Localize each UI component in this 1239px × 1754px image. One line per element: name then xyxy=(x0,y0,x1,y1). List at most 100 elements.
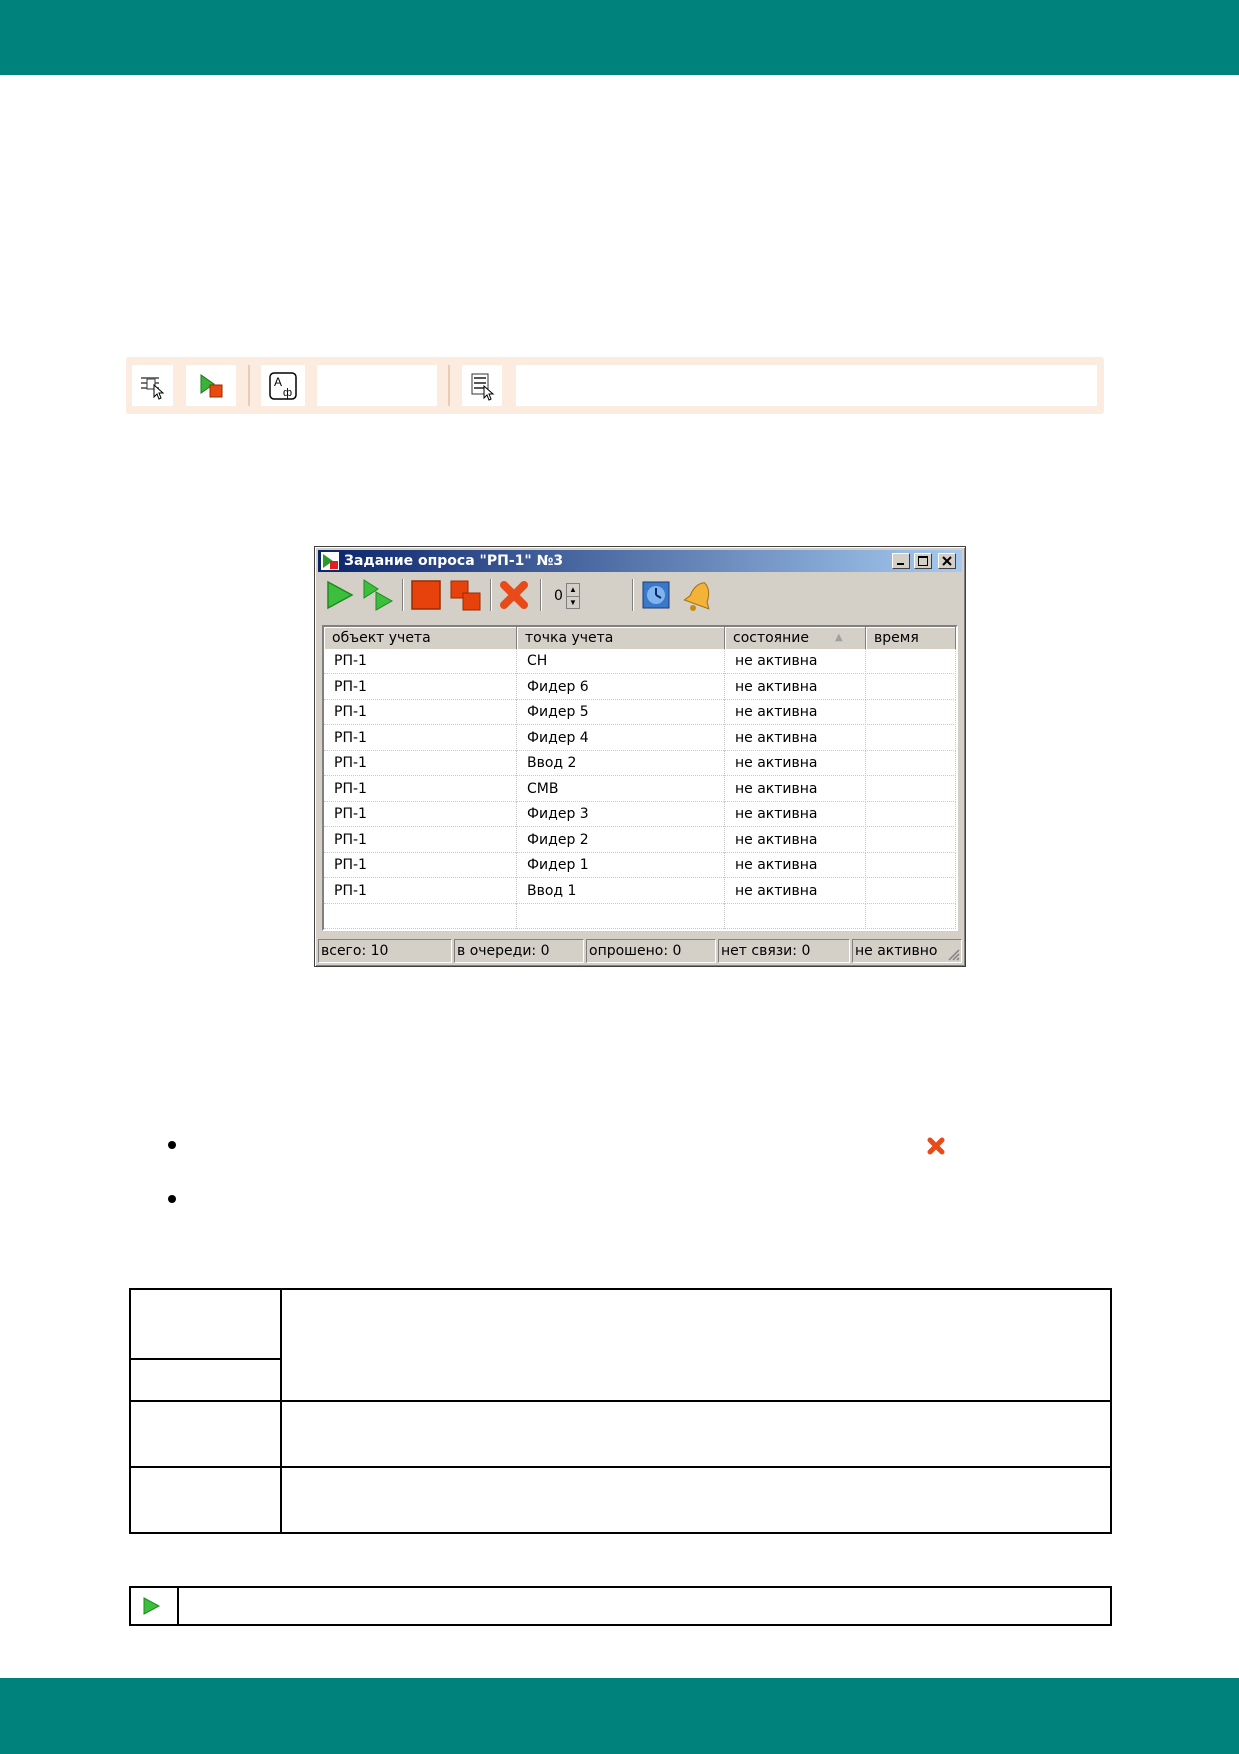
list-bullet xyxy=(168,1141,176,1149)
column-header-time[interactable]: время xyxy=(866,627,956,649)
table-row[interactable]: РП-1 Фидер 2 не активна xyxy=(324,827,956,853)
table-cell: не активна xyxy=(725,827,866,853)
table-cell: Ввод 1 xyxy=(517,878,725,904)
delete-icon xyxy=(500,581,528,609)
table-header: объект учета точка учета состояние ▲ вре… xyxy=(324,627,956,649)
column-header-state[interactable]: состояние ▲ xyxy=(725,627,866,649)
close-button[interactable] xyxy=(938,553,956,569)
table-cell: не активна xyxy=(725,674,866,700)
font-icon: A ф xyxy=(269,371,297,400)
resize-grip-icon[interactable] xyxy=(946,947,960,961)
table-cell xyxy=(866,649,956,674)
delete-icon xyxy=(927,1137,945,1155)
table-row[interactable]: РП-1 Ввод 2 не активна xyxy=(324,751,956,776)
column-header-point[interactable]: точка учета xyxy=(517,627,725,649)
table-cell: Ввод 2 xyxy=(517,751,725,776)
table-cell: не активна xyxy=(725,751,866,776)
table-row[interactable] xyxy=(324,904,956,929)
table-cell xyxy=(866,904,956,929)
table-row[interactable]: РП-1 Фидер 1 не активна xyxy=(324,853,956,878)
select-tool-icon xyxy=(140,376,164,400)
strip-button-font[interactable]: A ф xyxy=(261,365,305,406)
strip-separator xyxy=(248,365,250,406)
bell-icon xyxy=(683,582,710,611)
table-row[interactable]: РП-1 Фидер 3 не активна xyxy=(324,802,956,827)
minimize-button[interactable] xyxy=(892,553,910,569)
play-next-icon xyxy=(363,579,394,611)
strip-button-play-stop[interactable] xyxy=(186,365,236,406)
table-cell xyxy=(866,802,956,827)
maximize-icon xyxy=(918,556,928,566)
table-row[interactable]: РП-1 Фидер 4 не активна xyxy=(324,725,956,751)
maximize-button[interactable] xyxy=(914,553,932,569)
header-band xyxy=(0,0,1239,75)
table-cell: СН xyxy=(517,649,725,674)
table-cell xyxy=(866,776,956,802)
status-bar: всего: 10 в очереди: 0 опрошено: 0 нет с… xyxy=(318,939,962,963)
table-cell xyxy=(324,904,517,929)
table-cell xyxy=(866,674,956,700)
table-cell: не активна xyxy=(725,776,866,802)
strip-separator xyxy=(448,365,450,406)
window-title: Задание опроса "РП-1" №3 xyxy=(344,553,564,569)
table-cell xyxy=(725,904,866,929)
table-divider xyxy=(177,1588,179,1624)
status-total: всего: 10 xyxy=(318,939,452,963)
table-row[interactable]: РП-1 Фидер 6 не активна xyxy=(324,674,956,700)
table-row[interactable]: РП-1 Ввод 1 не активна xyxy=(324,878,956,904)
stop-icon xyxy=(411,580,441,610)
column-header-object[interactable]: объект учета xyxy=(324,627,517,649)
interval-spinner[interactable]: 0 ▲ ▼ xyxy=(554,583,594,609)
strip-button-report[interactable] xyxy=(462,365,502,406)
table-cell: не активна xyxy=(725,853,866,878)
delete-button[interactable] xyxy=(496,577,532,613)
table-cell xyxy=(866,853,956,878)
table-row[interactable]: РП-1 СМВ не активна xyxy=(324,776,956,802)
spinner-down-icon[interactable]: ▼ xyxy=(567,596,579,608)
status-queued: в очереди: 0 xyxy=(454,939,584,963)
table-cell: РП-1 xyxy=(324,700,517,725)
table-row[interactable]: РП-1 Фидер 5 не активна xyxy=(324,700,956,725)
play-stop-icon xyxy=(200,373,223,397)
table-cell: Фидер 5 xyxy=(517,700,725,725)
table-cell xyxy=(866,827,956,853)
stop-all-button[interactable] xyxy=(448,577,484,613)
minimize-icon xyxy=(897,563,904,565)
spinner-up-icon[interactable]: ▲ xyxy=(567,584,579,596)
table-cell xyxy=(866,700,956,725)
icon-table xyxy=(129,1586,1112,1626)
toolbar-strip: A ф xyxy=(126,357,1104,414)
table-cell: РП-1 xyxy=(324,878,517,904)
window-app-icon xyxy=(321,552,339,570)
report-select-icon xyxy=(471,373,495,401)
toolbar-separator xyxy=(632,579,634,611)
alarm-button[interactable] xyxy=(680,577,716,613)
table-cell: Фидер 3 xyxy=(517,802,725,827)
toolbar-separator xyxy=(490,579,492,611)
table-divider xyxy=(280,1290,282,1532)
play-icon xyxy=(327,580,354,610)
table-cell: не активна xyxy=(725,878,866,904)
table-divider xyxy=(131,1466,1110,1468)
task-table: объект учета точка учета состояние ▲ вре… xyxy=(322,625,958,931)
table-cell: Фидер 2 xyxy=(517,827,725,853)
window-toolbar: 0 ▲ ▼ xyxy=(318,575,962,615)
list-bullet xyxy=(168,1195,176,1203)
svg-text:A: A xyxy=(274,375,282,389)
start-next-button[interactable] xyxy=(360,577,396,613)
sort-ascending-icon: ▲ xyxy=(835,632,843,643)
spinner-arrows[interactable]: ▲ ▼ xyxy=(566,583,580,609)
window-titlebar[interactable]: Задание опроса "РП-1" №3 xyxy=(318,550,962,572)
schedule-button[interactable] xyxy=(638,577,674,613)
start-button[interactable] xyxy=(322,577,358,613)
table-cell xyxy=(866,725,956,751)
table-divider xyxy=(131,1400,1110,1402)
table-cell: РП-1 xyxy=(324,853,517,878)
table-cell: РП-1 xyxy=(324,674,517,700)
table-cell: Фидер 1 xyxy=(517,853,725,878)
table-row[interactable]: РП-1 СН не активна xyxy=(324,649,956,674)
table-cell: не активна xyxy=(725,649,866,674)
stop-button[interactable] xyxy=(408,577,444,613)
clock-icon xyxy=(642,581,670,609)
strip-button-select[interactable] xyxy=(132,365,173,406)
